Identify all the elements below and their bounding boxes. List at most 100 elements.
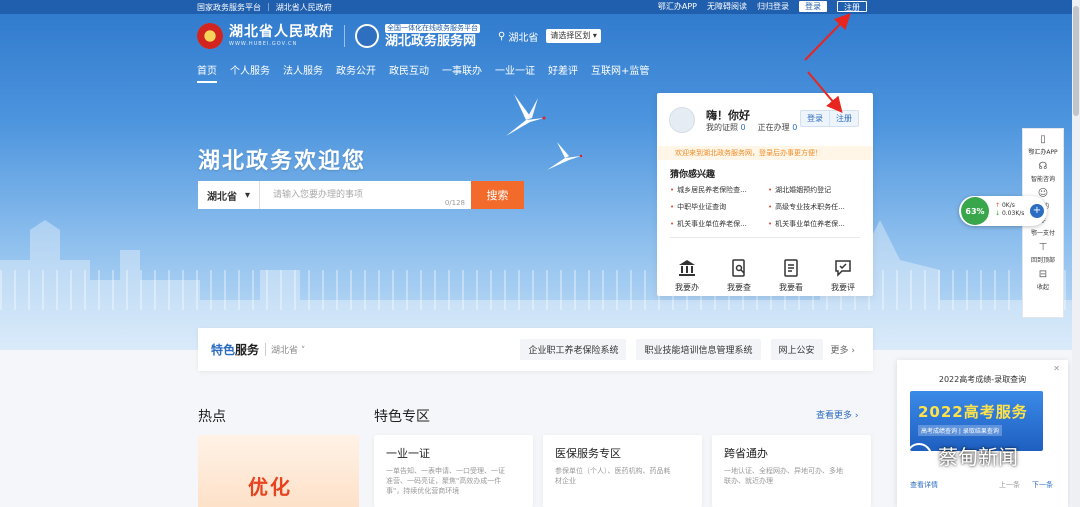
chip-online-police[interactable]: 网上公安 xyxy=(770,339,823,360)
guess-item[interactable]: 中职毕业证查询 xyxy=(670,202,762,212)
promo-text: 优化 xyxy=(248,475,292,499)
link-hubei-government[interactable]: 湖北省人民政府 xyxy=(276,2,332,13)
feature-more-link[interactable]: 更多 › xyxy=(831,343,855,356)
service-logo-icon xyxy=(355,24,379,48)
action-handle[interactable]: 我要办 xyxy=(675,258,699,293)
network-monitor-widget[interactable]: 63% ↑ 0K/s ↓ 0.03K/s + xyxy=(959,196,1047,226)
watermark-text: 蔡甸新闻 xyxy=(938,445,1018,469)
region-select-label: 请选择区划 xyxy=(550,31,591,40)
ad-footer: 查看详情 上一条 下一条 xyxy=(910,480,1053,490)
ad-next-link[interactable]: 下一条 xyxy=(1032,480,1053,490)
search-button[interactable]: 搜索 xyxy=(471,181,524,209)
welcome-heading: 湖北政务欢迎您 xyxy=(198,149,367,174)
link-national-platform[interactable]: 国家政务服务平台 xyxy=(197,2,261,13)
search-scope-label: 湖北省 xyxy=(206,191,237,203)
tile-desc: 参保单位（个人）、医药机构、药品耗材企业 xyxy=(555,467,671,485)
top-register-button[interactable]: 注册 xyxy=(837,1,867,12)
nav-gov-open[interactable]: 政务公开 xyxy=(336,62,376,83)
document-icon xyxy=(784,259,798,277)
network-rates: ↑ 0K/s ↓ 0.03K/s xyxy=(995,202,1024,219)
divider xyxy=(670,237,860,238)
feature-title: 特色服务 xyxy=(211,343,260,357)
tile-one-license[interactable]: 一业一证 一单告知、一表申请、一口受理、一证准营、一码亮证，聚焦"高效办成一件事… xyxy=(374,435,533,507)
action-rate[interactable]: 我要评 xyxy=(831,258,855,293)
tile-title: 医保服务专区 xyxy=(555,447,621,460)
boost-icon[interactable]: + xyxy=(1030,204,1044,218)
national-emblem-icon xyxy=(197,23,223,49)
card-auth-buttons: 登录 注册 xyxy=(800,110,859,127)
ad-detail-link[interactable]: 查看详情 xyxy=(910,480,938,490)
nav-personal[interactable]: 个人服务 xyxy=(230,62,270,83)
user-card: 嗨！你好 我的证照 0 正在办理 0 登录 注册 欢迎来到湖北政务服务网，登录后… xyxy=(657,93,873,296)
nav-rating[interactable]: 好差评 xyxy=(548,62,578,83)
hot-promo-banner[interactable]: 优化 xyxy=(198,435,359,507)
app-link[interactable]: 鄂汇办APP xyxy=(658,1,697,12)
tile-desc: 一地认证、全程网办、异地可办、多地联办、就近办理 xyxy=(724,467,843,485)
search-scope-select[interactable]: 湖北省 ▾ xyxy=(198,181,260,209)
in-progress[interactable]: 正在办理 0 xyxy=(758,122,798,133)
toolbar-app[interactable]: ▯ 鄂汇办APP xyxy=(1028,135,1057,157)
guess-item[interactable]: 高级专业技术职务任... xyxy=(768,202,860,212)
ad-prev-link[interactable]: 上一条 xyxy=(999,480,1020,490)
feature-chips: 企业职工养老保险系统 职业技能培训信息管理系统 网上公安 xyxy=(520,339,823,360)
guess-item[interactable]: 机关事业单位养老保... xyxy=(768,219,860,229)
tile-title: 跨省通办 xyxy=(724,447,768,460)
action-query[interactable]: 我要查 xyxy=(727,258,751,293)
search-field: 0/128 xyxy=(260,181,471,209)
toolbar-back-to-top[interactable]: ⊤ 回到顶部 xyxy=(1031,243,1055,265)
location-pin-icon: ⚲ xyxy=(498,30,506,42)
user-stats: 我的证照 0 正在办理 0 xyxy=(706,122,797,133)
close-icon[interactable]: ✕ xyxy=(1053,364,1060,373)
chip-training-system[interactable]: 职业技能培训信息管理系统 xyxy=(636,339,761,360)
service-name: 湖北政务服务网 xyxy=(385,34,477,49)
guess-item[interactable]: 机关事业单位养老保... xyxy=(670,219,762,229)
tile-medical-insurance[interactable]: 医保服务专区 参保单位（个人）、医药机构、药品耗材企业 xyxy=(543,435,702,507)
guess-item[interactable]: 湖北婚姻预约登记 xyxy=(768,185,860,195)
gov-logo[interactable]: 湖北省人民政府 WWW.HUBEI.GOV.CN xyxy=(229,25,334,47)
search-char-count: 0/128 xyxy=(444,199,465,207)
search-bar: 湖北省 ▾ 0/128 搜索 xyxy=(198,181,524,209)
see-more-link[interactable]: 查看更多 › xyxy=(816,408,858,421)
action-label: 我要评 xyxy=(831,283,855,292)
search-input[interactable] xyxy=(260,181,471,209)
accessible-reading-link[interactable]: 无障碍阅读 xyxy=(707,1,747,12)
scrollbar-thumb[interactable] xyxy=(1073,6,1079,116)
gov-name: 湖北省人民政府 xyxy=(229,24,334,40)
location-indicator: ⚲ 湖北省 xyxy=(498,29,538,44)
bridge-pattern xyxy=(0,270,1072,310)
nav-one-thing[interactable]: 一事联办 xyxy=(442,62,482,83)
page-scrollbar[interactable] xyxy=(1072,0,1080,507)
card-register-button[interactable]: 注册 xyxy=(830,111,858,126)
feature-services-strip: 特色服务 湖北省 ˅ 企业职工养老保险系统 职业技能培训信息管理系统 网上公安 … xyxy=(198,328,873,371)
card-login-button[interactable]: 登录 xyxy=(801,111,829,126)
toolbar-consult[interactable]: ☊ 智能咨询 xyxy=(1031,162,1055,184)
chip-pension-system[interactable]: 企业职工养老保险系统 xyxy=(520,339,627,360)
nav-interaction[interactable]: 政民互动 xyxy=(389,62,429,83)
gov-domain: WWW.HUBEI.GOV.CN xyxy=(229,41,298,47)
top-login-button[interactable]: 登录 xyxy=(799,1,827,12)
caret-down-icon: ▾ xyxy=(592,31,597,40)
my-certificates[interactable]: 我的证照 0 xyxy=(706,122,746,133)
action-view[interactable]: 我要看 xyxy=(779,258,803,293)
nav-legal-person[interactable]: 法人服务 xyxy=(283,62,323,83)
logo-row: 湖北省人民政府 WWW.HUBEI.GOV.CN 全国一体化在线政务服务平台 湖… xyxy=(197,20,601,52)
avatar xyxy=(669,107,695,133)
memory-percent: 63% xyxy=(961,197,989,225)
ad-title: 2022高考成绩-录取查询 xyxy=(938,375,1027,384)
region-select[interactable]: 请选择区划 ▾ xyxy=(546,29,601,43)
feature-location-select[interactable]: 湖北省 ˅ xyxy=(265,343,305,356)
guess-list: 城乡居民养老保险查... 湖北婚姻预约登记 中职毕业证查询 高级专业技术职务任.… xyxy=(670,185,860,229)
toolbar-collapse[interactable]: ⊟ 收起 xyxy=(1037,269,1049,292)
action-label: 我要查 xyxy=(727,283,751,292)
nav-supervision[interactable]: 互联网+监管 xyxy=(591,62,649,83)
nav-home[interactable]: 首页 xyxy=(197,62,217,83)
senior-login-link[interactable]: 归归登录 xyxy=(757,1,789,12)
document-search-icon xyxy=(732,259,745,277)
top-bar: 国家政务服务平台 | 湖北省人民政府 鄂汇办APP 无障碍阅读 归归登录 登录 … xyxy=(0,0,1072,14)
collapse-icon: ⊟ xyxy=(1038,269,1048,280)
nav-one-license[interactable]: 一业一证 xyxy=(495,62,535,83)
guess-item[interactable]: 城乡居民养老保险查... xyxy=(670,185,762,195)
tile-cross-province[interactable]: 跨省通办 一地认证、全程网办、异地可办、多地联办、就近办理 xyxy=(712,435,871,507)
section-hot-title: 热点 xyxy=(198,409,226,425)
service-logo[interactable]: 全国一体化在线政务服务平台 湖北政务服务网 xyxy=(385,24,480,48)
